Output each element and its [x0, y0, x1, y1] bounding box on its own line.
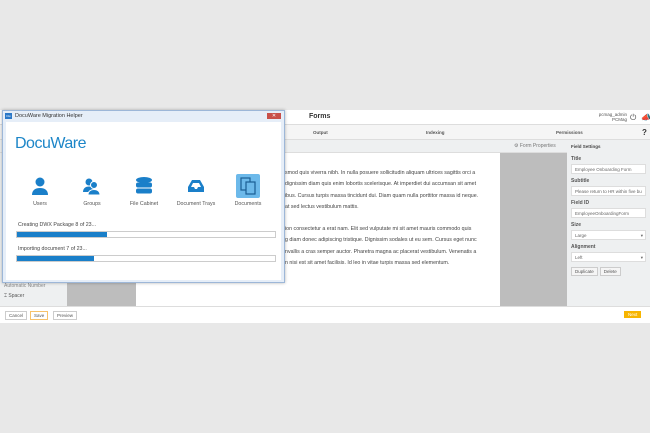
sidebar-item-label: Spacer: [8, 293, 25, 299]
size-label: Size: [571, 222, 582, 228]
canvas-margin: [500, 153, 567, 306]
text-line: dignissim diam quis enim lobortis sceler…: [285, 181, 477, 188]
progress-bar-package: [16, 231, 276, 238]
text-line: smod quis viverra nibh. In nulla posuere…: [285, 170, 476, 176]
icon-label: Document Trays: [176, 201, 216, 207]
dialog-title: DocuWare Migration Helper: [15, 113, 83, 119]
text-line: ibus. Cursus turpis massa tincidunt dui.…: [285, 192, 479, 199]
sidebar-item-label: Automatic Number: [4, 283, 46, 289]
form-properties-button[interactable]: ⚙ Form Properties: [514, 143, 556, 149]
size-select[interactable]: Large ▾: [571, 230, 646, 240]
preview-button[interactable]: Preview: [53, 311, 78, 320]
alignment-label: Alignment: [571, 244, 596, 250]
form-properties-label: Form Properties: [519, 143, 556, 149]
migration-helper-dialog: Dw DocuWare Migration Helper ✕ DocuWare Us…: [2, 110, 285, 283]
field-id-label: Field ID: [571, 200, 590, 206]
field-settings-panel: Field Settings Title Employee Onboarding…: [567, 140, 650, 306]
title-input[interactable]: Employee Onboarding Form: [571, 164, 646, 174]
subtitle-input[interactable]: Please return to HR within five bu: [571, 186, 646, 196]
cancel-button[interactable]: Cancel: [5, 311, 28, 320]
delete-button[interactable]: Delete: [599, 267, 621, 276]
icon-label: Documents: [234, 201, 262, 207]
panel-heading: Field Settings: [571, 144, 601, 149]
page-title: Forms: [309, 113, 331, 120]
alignment-value: Left: [575, 255, 583, 260]
sidebar-item-spacer[interactable]: ⌶ Spacer: [4, 293, 24, 299]
chevron-down-icon: ▾: [640, 255, 643, 260]
icon-label: File Cabinet: [129, 201, 159, 207]
step-users[interactable]: Users: [15, 174, 65, 207]
progress-bar-import: [16, 255, 276, 262]
gear-icon: ⚙: [514, 143, 519, 149]
text-line: n nisi est sit amet facilisis. Id leo in…: [285, 260, 450, 267]
drop-area: [67, 280, 136, 306]
help-icon[interactable]: ?: [642, 128, 647, 137]
chevron-down-icon: ▾: [640, 233, 643, 238]
save-button[interactable]: Save: [30, 311, 49, 320]
alignment-select[interactable]: Left ▾: [571, 252, 646, 262]
sidebar-item-automatic-number[interactable]: Automatic Number: [4, 283, 45, 289]
spacer-icon: ⌶: [4, 293, 8, 299]
size-value: Large: [575, 233, 587, 238]
text-line: ion consectetur a erat nam. Elit sed vul…: [285, 226, 472, 233]
step-permissions[interactable]: Permissions: [556, 130, 583, 135]
step-document-trays[interactable]: Document Trays: [171, 174, 221, 207]
megaphone-icon[interactable]: 📣: [641, 113, 650, 122]
field-id-input[interactable]: EmployeeOnboardingForm: [571, 208, 646, 218]
app-icon: Dw: [5, 113, 12, 119]
user-info[interactable]: pcmag_admin PCMag: [590, 112, 627, 122]
progress-label-import: Importing document 7 of 23...: [18, 246, 87, 252]
form-text: smod quis viverra nibh. In nulla posuere…: [285, 168, 497, 280]
docuware-logo: DocuWare: [15, 135, 86, 152]
step-file-cabinet[interactable]: File Cabinet: [119, 174, 169, 207]
progress-label-package: Creating DWX Package 8 of 23...: [18, 222, 97, 228]
subtitle-label: Subtitle: [571, 178, 590, 184]
close-button[interactable]: ✕: [267, 113, 281, 119]
dialog-titlebar[interactable]: Dw DocuWare Migration Helper ✕: [3, 111, 284, 121]
groups-icon: [83, 178, 101, 196]
text-line: nvallis a cras semper auctor. Pharetra m…: [285, 248, 477, 255]
dialog-body: DocuWare Users Groups File Cabinet Docum…: [6, 122, 281, 280]
step-groups[interactable]: Groups: [67, 174, 117, 207]
documents-icon: [236, 174, 260, 198]
tray-icon: [188, 180, 204, 192]
step-documents[interactable]: Documents: [223, 174, 273, 207]
step-indexing[interactable]: Indexing: [426, 130, 445, 135]
org-name: PCMag: [611, 117, 627, 122]
next-button[interactable]: Next: [624, 311, 642, 318]
text-line: at sed lectus vestibulum mattis.: [285, 203, 359, 210]
duplicate-button[interactable]: Duplicate: [571, 267, 598, 276]
icon-label: Users: [33, 201, 47, 207]
progress-fill: [17, 232, 108, 237]
user-icon: [32, 177, 48, 195]
footer: Cancel Save Preview Next: [0, 306, 650, 323]
database-icon: [136, 177, 152, 194]
title-label: Title: [571, 156, 582, 162]
power-icon[interactable]: ⏻: [630, 113, 636, 123]
text-line: g diam donec adipiscing tristique. Digni…: [285, 237, 477, 244]
icon-label: Groups: [83, 201, 101, 207]
progress-fill: [17, 256, 95, 261]
step-output[interactable]: Output: [313, 130, 328, 135]
